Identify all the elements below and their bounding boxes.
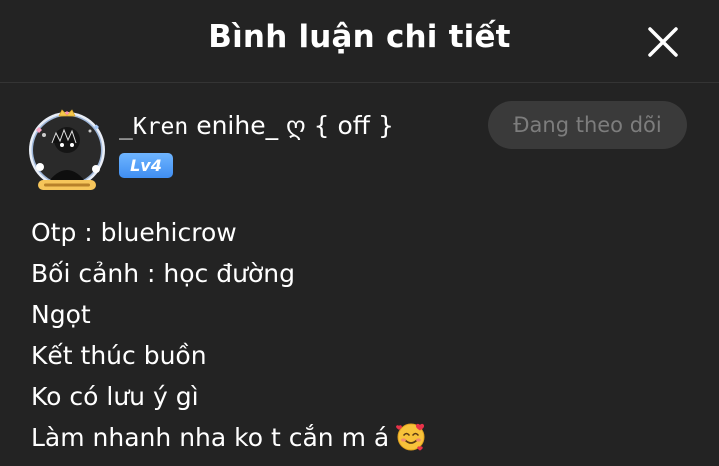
comment-line: Otp : bluehicrow [31, 218, 237, 247]
username-part-2: enihe_ ღ { off } [188, 111, 394, 140]
comment-author-row: _Kren enihe_ ღ { off } Lv4 Đang theo dõi [0, 83, 719, 208]
comment-body: Otp : bluehicrow Bối cảnh : học đường Ng… [31, 212, 691, 458]
page-title: Bình luận chi tiết [208, 19, 511, 55]
comment-line: Ko có lưu ý gì [31, 382, 199, 411]
username-part-1: _Kren [119, 114, 189, 140]
avatar[interactable] [24, 105, 110, 191]
comment-line: Kết thúc buồn [31, 341, 207, 370]
username[interactable]: _Kren enihe_ ღ { off } [119, 111, 394, 140]
comment-last-line: Làm nhanh nha ko t cắn m á [31, 417, 691, 458]
comment-line: Làm nhanh nha ko t cắn m á [31, 423, 390, 452]
close-button[interactable] [642, 21, 684, 63]
smiling-face-with-hearts-icon [396, 423, 425, 451]
following-button[interactable]: Đang theo dõi [488, 101, 687, 149]
avatar-image [29, 109, 105, 190]
close-icon [648, 27, 678, 57]
comment-line: Bối cảnh : học đường [31, 259, 295, 288]
header-bar: Bình luận chi tiết [0, 0, 719, 83]
level-badge: Lv4 [119, 153, 173, 178]
comment-line: Ngọt [31, 300, 91, 329]
